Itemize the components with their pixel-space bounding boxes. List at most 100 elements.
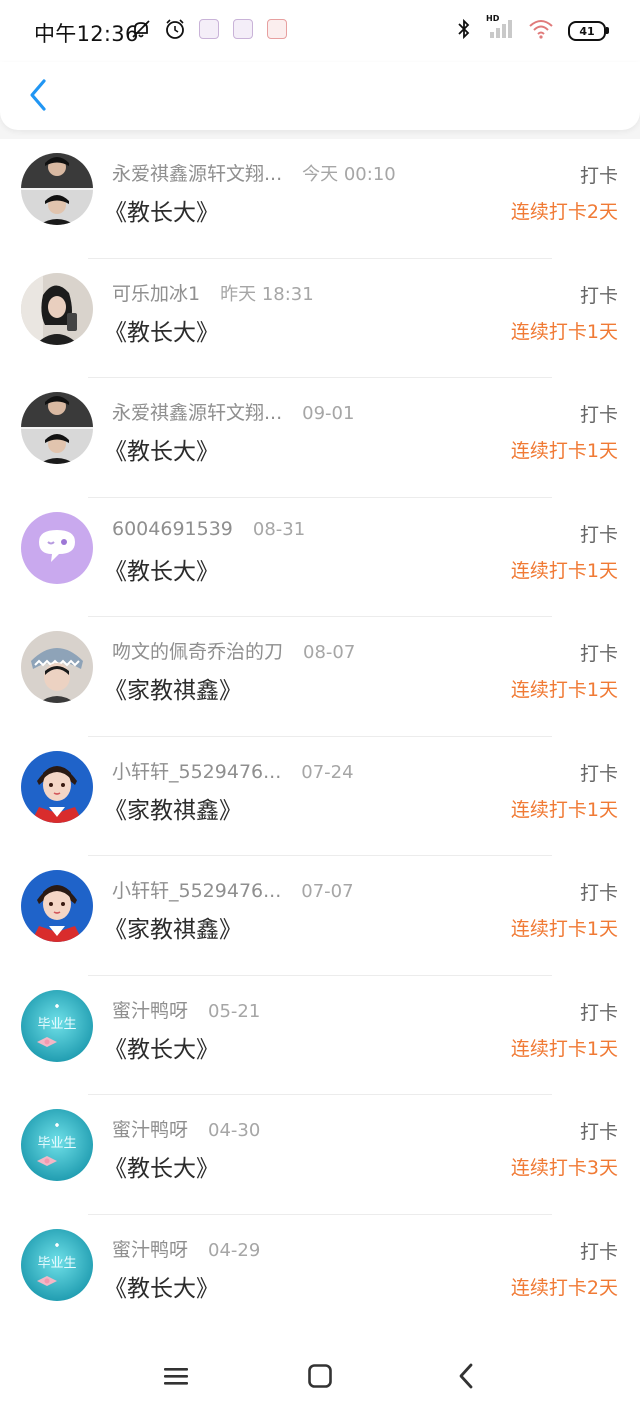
username: 永爱祺鑫源轩文翔... (112, 163, 283, 185)
username: 蜜汁鸭呀 (112, 1238, 189, 1261)
avatar[interactable] (21, 511, 93, 584)
avatar[interactable] (21, 153, 93, 225)
avatar[interactable]: 毕业生 (21, 1109, 93, 1181)
checkin-record-row[interactable]: 吻文的佩奇乔治的刀 08-07 《家教祺鑫》 打卡 连续打卡1天 (0, 617, 640, 737)
home-square-icon (308, 1364, 332, 1388)
streak-days: 连续打卡1天 (510, 1037, 618, 1060)
bluetooth-icon (456, 18, 472, 44)
checkin-label: 打卡 (579, 1240, 618, 1263)
app-notification-icon (198, 18, 220, 40)
status-right-icons: HD 41 (456, 14, 609, 44)
avatar[interactable] (21, 750, 93, 823)
checkin-record-row[interactable]: 可乐加冰1 昨天 18:31 《教长大》 打卡连续打卡1天 (0, 259, 640, 379)
record-date: 04-30 (208, 1120, 261, 1141)
streak-days: 连续打卡1天 (510, 798, 618, 821)
checkin-record-row[interactable]: 毕业生 蜜汁鸭呀 04-30 《教长大》 打卡连续打卡3天 (0, 1095, 640, 1215)
record-date: 05-21 (208, 1000, 261, 1022)
record-date: 07-07 (301, 881, 354, 902)
checkin-record-list: 永爱祺鑫源轩文翔... 今天 00:10 《教长大》 打卡 连续打卡2天 可乐加冰1 昨天 … (0, 139, 640, 1334)
record-date: 04-29 (208, 1239, 261, 1261)
record-date: 09-01 (302, 403, 355, 424)
status-left-icons (130, 18, 288, 40)
record-date: 07-24 (301, 761, 354, 783)
avatar[interactable] (21, 272, 93, 345)
avatar[interactable] (21, 870, 93, 942)
checkin-record-row[interactable]: 毕业生 蜜汁鸭呀 05-21 《教长大》 打卡连续打卡1天 (0, 976, 640, 1096)
record-date: 昨天 18:31 (220, 283, 314, 305)
checkin-label: 打卡 (579, 1121, 618, 1143)
username: 小轩轩_5529476... (112, 880, 282, 902)
streak-days: 连续打卡1天 (510, 320, 618, 343)
book-title: 《教长大》 (104, 1036, 219, 1063)
checkin-record-row[interactable]: 小轩轩_5529476... 07-07 《家教祺鑫》 打卡连续打卡1天 (0, 856, 640, 976)
username: 可乐加冰1 (112, 282, 201, 305)
record-date: 08-07 (303, 642, 356, 663)
system-back-button[interactable] (446, 1356, 486, 1396)
cellular-signal-icon: HD (486, 14, 514, 44)
svg-text:毕业生: 毕业生 (37, 1017, 76, 1032)
avatar[interactable] (21, 631, 93, 703)
system-navigation-bar (0, 1328, 640, 1423)
signal-label: HD (486, 14, 500, 23)
record-meta: 蜜汁鸭呀 05-21 (112, 996, 260, 1023)
avatar[interactable]: 毕业生 (21, 989, 93, 1062)
checkin-label: 打卡 (579, 404, 618, 426)
username: 蜜汁鸭呀 (112, 1119, 189, 1141)
book-title: 《教长大》 (104, 319, 219, 346)
checkin-label: 打卡 (579, 523, 618, 546)
streak-days: 连续打卡1天 (510, 918, 618, 940)
status-bar: 中午12:36 HD 41 (0, 0, 640, 62)
username: 吻文的佩奇乔治的刀 (112, 641, 284, 663)
streak-days: 连续打卡1天 (510, 559, 618, 582)
checkin-label: 打卡 (579, 284, 618, 307)
username: 永爱祺鑫源轩文翔... (112, 402, 283, 424)
streak-days: 连续打卡1天 (510, 440, 618, 462)
checkin-record-row[interactable]: 毕业生 蜜汁鸭呀 04-29 《教长大》 打卡 连续打卡2天 (0, 1215, 640, 1335)
record-meta: 永爱祺鑫源轩文翔... 09-01 (112, 398, 354, 425)
book-title: 《家教祺鑫》 (104, 797, 242, 824)
menu-button[interactable] (156, 1356, 196, 1396)
username: 小轩轩_5529476... (112, 760, 282, 783)
book-title: 《教长大》 (104, 558, 219, 585)
battery-level: 41 (579, 24, 595, 38)
record-date: 08-31 (252, 518, 306, 540)
streak-days: 连续打卡3天 (510, 1157, 618, 1179)
book-title: 《教长大》 (104, 439, 219, 465)
checkin-record-row[interactable]: 永爱祺鑫源轩文翔... 09-01 《教长大》 打卡连续打卡1天 (0, 378, 640, 498)
book-title: 《教长大》 (104, 1156, 219, 1182)
svg-text:毕业生: 毕业生 (37, 1136, 76, 1151)
checkin-label: 打卡 (579, 643, 618, 665)
streak-days: 连续打卡2天 (510, 1276, 618, 1299)
checkin-label: 打卡 (579, 165, 618, 187)
home-button[interactable] (300, 1356, 340, 1396)
avatar[interactable]: 毕业生 (21, 1228, 93, 1301)
wifi-icon (528, 18, 554, 44)
book-title: 《家教祺鑫》 (104, 917, 242, 943)
record-meta: 6004691539 08-31 (112, 518, 305, 540)
back-button[interactable] (18, 72, 58, 118)
status-time: 中午12:36 (34, 22, 139, 46)
record-meta: 小轩轩_5529476... 07-07 (112, 876, 354, 903)
checkin-record-row[interactable]: 小轩轩_5529476... 07-24 《家教祺鑫》 打卡连续打卡1天 (0, 737, 640, 857)
checkin-record-row[interactable]: 6004691539 08-31 《教长大》 打卡连续打卡1天 (0, 498, 640, 618)
record-date: 今天 00:10 (302, 164, 396, 185)
mute-off-icon (130, 18, 152, 40)
streak-days: 连续打卡2天 (510, 201, 618, 223)
header-bar (0, 62, 640, 130)
checkin-label: 打卡 (579, 882, 618, 904)
record-meta: 小轩轩_5529476... 07-24 (112, 757, 354, 784)
chevron-left-icon (459, 1363, 473, 1389)
app-notification-icon (232, 18, 254, 40)
record-meta: 永爱祺鑫源轩文翔... 今天 00:10 (112, 159, 396, 186)
chevron-left-icon (30, 79, 46, 111)
checkin-label: 打卡 (579, 762, 618, 785)
username: 6004691539 (112, 517, 233, 540)
battery-indicator: 41 (568, 21, 609, 41)
app-notification-icon (266, 18, 288, 40)
avatar[interactable] (21, 392, 93, 464)
alarm-icon (164, 18, 186, 40)
checkin-record-row[interactable]: 永爱祺鑫源轩文翔... 今天 00:10 《教长大》 打卡 连续打卡2天 (0, 139, 640, 259)
username: 蜜汁鸭呀 (112, 999, 189, 1022)
checkin-label: 打卡 (579, 1001, 618, 1024)
menu-icon (164, 1368, 188, 1385)
